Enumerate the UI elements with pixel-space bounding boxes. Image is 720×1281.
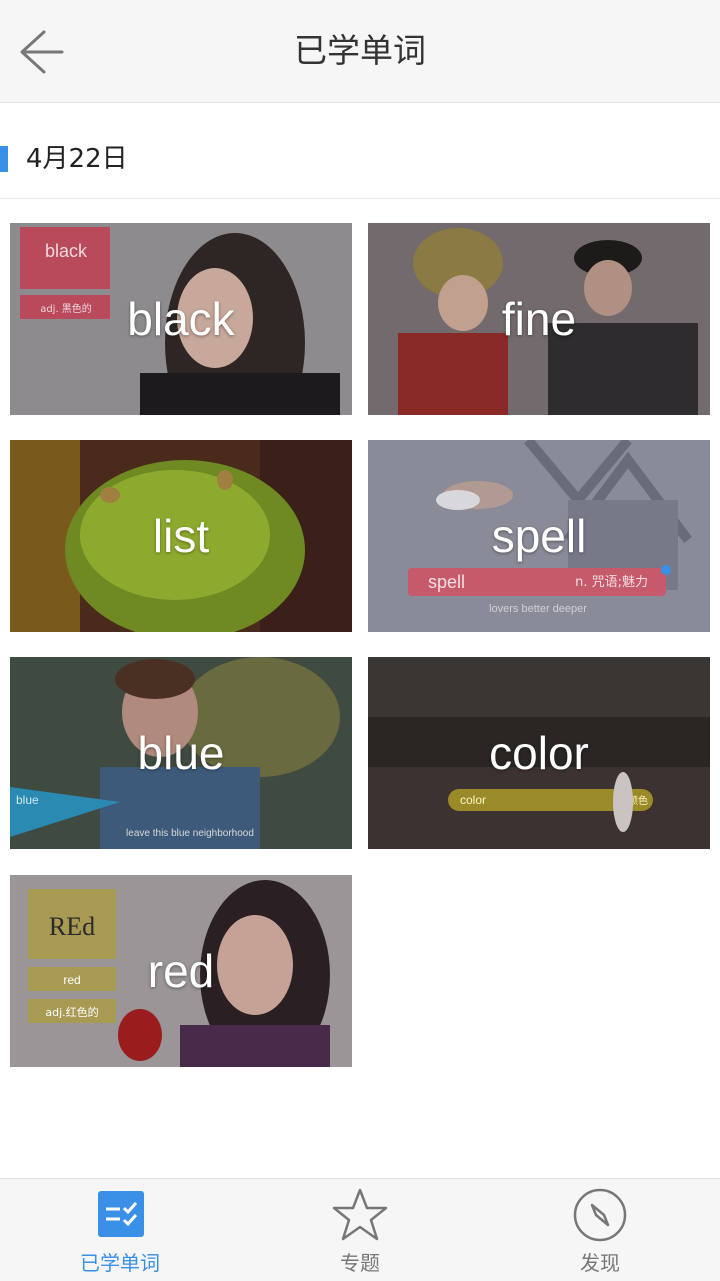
word-card-list[interactable]: list bbox=[10, 440, 352, 632]
checklist-icon bbox=[98, 1191, 144, 1237]
star-icon bbox=[332, 1188, 388, 1241]
word-card-color[interactable]: color n. 颜色 color bbox=[368, 657, 710, 849]
word-label: spell bbox=[491, 510, 587, 562]
word-card-blue[interactable]: blue leave this blue neighborhood blue bbox=[10, 657, 352, 849]
word-card-spell[interactable]: spell n. 咒语;魅力 lovers better deeper spel… bbox=[368, 440, 710, 632]
nav-item-learned-words[interactable]: 已学单词 bbox=[0, 1179, 240, 1281]
word-label: black bbox=[127, 293, 235, 345]
word-label: fine bbox=[501, 293, 577, 345]
word-card-red[interactable]: REd red adj.红色的 red bbox=[10, 875, 352, 1067]
word-card-fine[interactable]: fine bbox=[368, 223, 710, 415]
page-title: 已学单词 bbox=[294, 31, 426, 70]
top-bar: 已学单词 bbox=[0, 0, 720, 103]
nav-label: 发现 bbox=[580, 1251, 620, 1275]
nav-item-discover[interactable]: 发现 bbox=[480, 1179, 720, 1281]
section-date: 4月22日 bbox=[26, 144, 128, 174]
section-accent-bar bbox=[0, 146, 8, 172]
date-section-header: 4月22日 bbox=[0, 124, 720, 199]
word-label: list bbox=[152, 510, 210, 562]
nav-label: 已学单词 bbox=[80, 1251, 160, 1275]
compass-icon bbox=[573, 1188, 627, 1242]
nav-label: 专题 bbox=[340, 1251, 380, 1275]
bottom-nav: 已学单词 专题 发现 bbox=[0, 1178, 720, 1281]
word-card-black[interactable]: black adj. 黑色的 black bbox=[10, 223, 352, 415]
word-label: red bbox=[147, 945, 215, 997]
word-label: blue bbox=[137, 727, 225, 779]
word-label: color bbox=[489, 727, 589, 779]
nav-item-topics[interactable]: 专题 bbox=[240, 1179, 480, 1281]
